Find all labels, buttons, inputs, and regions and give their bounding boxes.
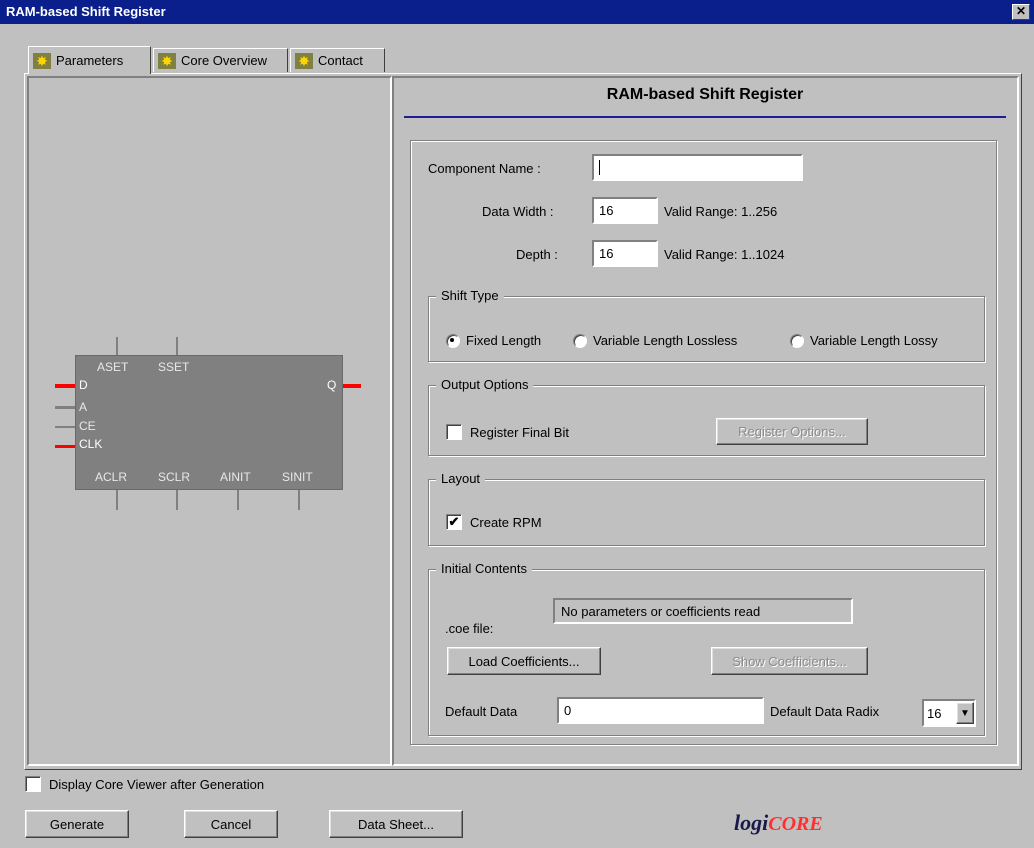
cancel-button[interactable]: Cancel bbox=[184, 810, 278, 838]
generate-button[interactable]: Generate bbox=[25, 810, 129, 838]
pin-wire-ce bbox=[55, 426, 75, 428]
checkmark-icon: ✔ bbox=[446, 514, 462, 530]
pin-wire-clk bbox=[55, 445, 75, 448]
pin-wire-aset bbox=[116, 337, 118, 355]
tab-label: Parameters bbox=[56, 53, 124, 68]
register-final-bit-checkbox[interactable]: Register Final Bit bbox=[446, 424, 569, 440]
default-data-input[interactable]: 0 bbox=[557, 697, 764, 724]
depth-range: Valid Range: 1..1024 bbox=[664, 247, 785, 262]
pin-label-aclr: ACLR bbox=[95, 470, 128, 484]
create-rpm-checkbox[interactable]: ✔ Create RPM bbox=[446, 514, 542, 530]
layout-group bbox=[428, 479, 985, 546]
pin-label-aset: ASET bbox=[97, 360, 129, 374]
depth-label: Depth : bbox=[516, 247, 558, 262]
radio-indicator bbox=[790, 333, 804, 348]
pin-label-sclr: SCLR bbox=[158, 470, 191, 484]
shift-type-title: Shift Type bbox=[436, 288, 504, 303]
checkbox-box bbox=[446, 424, 462, 440]
depth-input[interactable]: 16 bbox=[592, 240, 658, 267]
pin-label-d: D bbox=[79, 378, 88, 392]
load-coefficients-button[interactable]: Load Coefficients... bbox=[447, 647, 601, 675]
tab-contact[interactable]: ✸ Contact bbox=[290, 48, 385, 72]
radio-fixed-length[interactable]: Fixed Length bbox=[446, 333, 541, 348]
pin-wire-ainit bbox=[237, 490, 239, 510]
pin-label-q: Q bbox=[327, 378, 337, 392]
initial-contents-title: Initial Contents bbox=[436, 561, 532, 576]
component-name-label: Component Name : bbox=[428, 161, 541, 176]
tab-label: Contact bbox=[318, 53, 363, 68]
component-name-input[interactable] bbox=[592, 154, 803, 181]
coe-file-label: .coe file: bbox=[445, 621, 494, 636]
show-coefficients-button[interactable]: Show Coefficients... bbox=[711, 647, 868, 675]
data-width-range: Valid Range: 1..256 bbox=[664, 204, 778, 219]
pin-label-ce: CE bbox=[79, 419, 96, 433]
coe-file-status: No parameters or coefficients read bbox=[553, 598, 853, 624]
chevron-down-icon[interactable]: ▼ bbox=[956, 702, 974, 724]
core-icon: ✸ bbox=[33, 52, 51, 69]
tab-parameters[interactable]: ✸ Parameters bbox=[28, 46, 151, 74]
window-title-bar: RAM-based Shift Register ✕ bbox=[0, 0, 1034, 24]
title-rule bbox=[404, 116, 1006, 118]
data-width-input[interactable]: 16 bbox=[592, 197, 658, 224]
radio-indicator bbox=[573, 333, 587, 348]
output-options-title: Output Options bbox=[436, 377, 534, 392]
pin-wire-aclr bbox=[116, 490, 118, 510]
radio-indicator bbox=[446, 333, 460, 348]
pin-wire-q bbox=[343, 384, 361, 388]
default-data-radix-label: Default Data Radix bbox=[770, 704, 880, 719]
pin-label-ainit: AINIT bbox=[220, 470, 251, 484]
pin-label-a: A bbox=[79, 400, 88, 414]
shift-register-symbol: ASET SSET D A CE CLK Q ACLR SCLR AINIT S… bbox=[75, 355, 343, 490]
core-icon: ✸ bbox=[295, 52, 313, 69]
checkbox-box bbox=[25, 776, 41, 792]
layout-title: Layout bbox=[436, 471, 486, 486]
logicore-logo: logiCORE bbox=[734, 810, 823, 835]
pin-wire-sclr bbox=[176, 490, 178, 510]
pin-wire-sinit bbox=[298, 490, 300, 510]
tab-label: Core Overview bbox=[181, 53, 267, 68]
tab-core-overview[interactable]: ✸ Core Overview bbox=[153, 48, 288, 72]
page-title: RAM-based Shift Register bbox=[606, 86, 804, 103]
data-sheet-button[interactable]: Data Sheet... bbox=[329, 810, 463, 838]
pin-wire-a bbox=[55, 406, 75, 409]
data-width-label: Data Width : bbox=[482, 204, 554, 219]
display-core-viewer-checkbox[interactable]: Display Core Viewer after Generation bbox=[25, 776, 264, 792]
pin-wire-d bbox=[55, 384, 75, 388]
shift-type-group bbox=[428, 296, 985, 362]
core-icon: ✸ bbox=[158, 52, 176, 69]
output-options-group bbox=[428, 385, 985, 456]
text-caret bbox=[599, 160, 600, 175]
pin-label-sset: SSET bbox=[158, 360, 190, 374]
pin-wire-sset bbox=[176, 337, 178, 355]
default-data-label: Default Data bbox=[445, 704, 518, 719]
pin-label-clk: CLK bbox=[79, 437, 103, 451]
radio-variable-length-lossy[interactable]: Variable Length Lossy bbox=[790, 333, 938, 348]
radio-variable-length-lossless[interactable]: Variable Length Lossless bbox=[573, 333, 737, 348]
window-title: RAM-based Shift Register bbox=[6, 4, 166, 19]
register-options-button[interactable]: Register Options... bbox=[716, 418, 868, 445]
close-icon[interactable]: ✕ bbox=[1012, 4, 1030, 20]
radix-select[interactable]: 16 ▼ bbox=[922, 699, 976, 727]
pin-label-sinit: SINIT bbox=[282, 470, 313, 484]
